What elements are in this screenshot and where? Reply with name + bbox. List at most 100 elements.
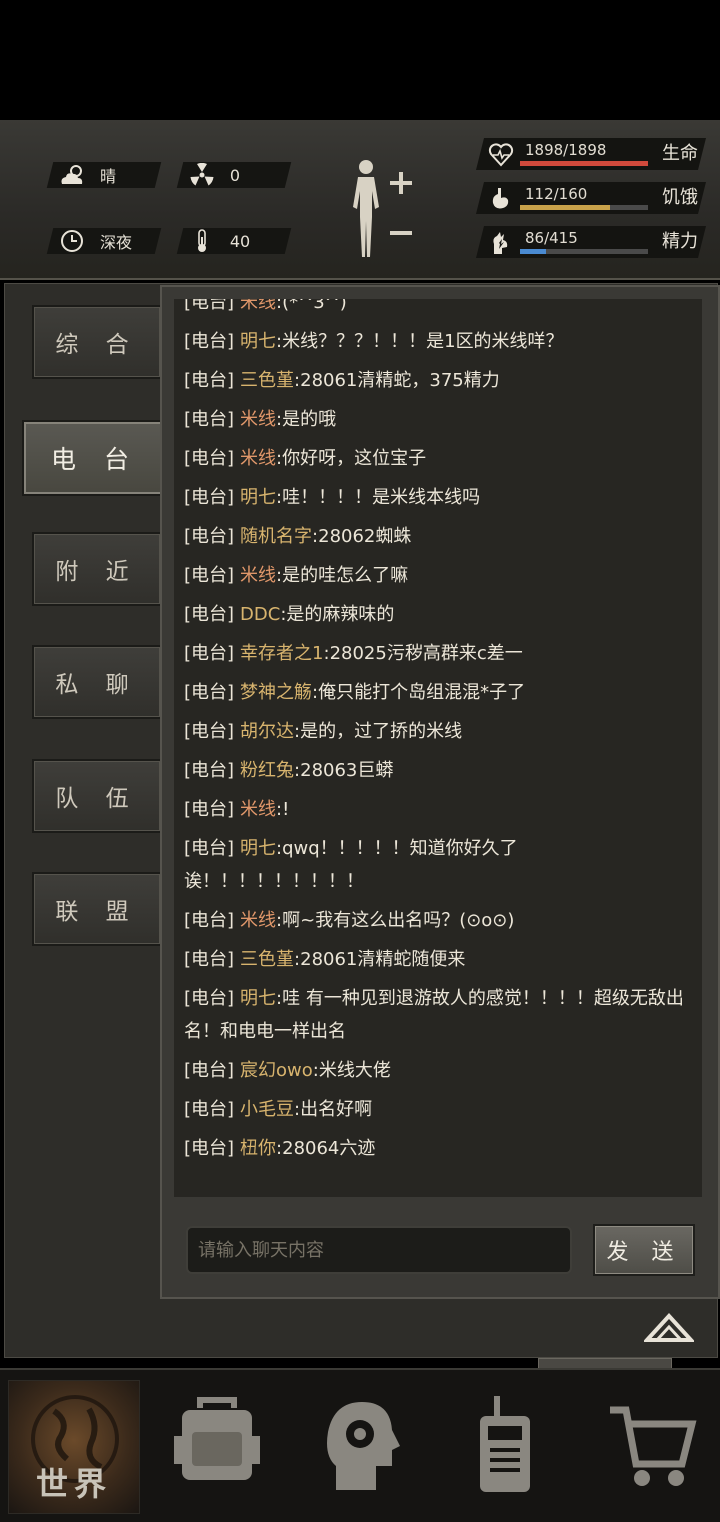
health-bar-fill — [520, 161, 648, 166]
temperature-value: 40 — [230, 231, 251, 251]
sender-name[interactable]: 三色堇 — [240, 949, 294, 970]
cart-icon — [610, 1406, 697, 1486]
message-text: :28062蜘蛛 — [312, 526, 412, 547]
weather-slot: 晴 — [46, 162, 162, 188]
message-text: :! — [276, 799, 290, 820]
chat-message: [电台] 梦神之觞:俺只能打个岛组混混*子了 — [174, 673, 702, 712]
nav-world-label: 世界 — [35, 1465, 112, 1503]
message-text: :28063巨蟒 — [294, 760, 394, 781]
message-text: :28064六迹 — [276, 1138, 376, 1159]
stomach-icon — [488, 186, 514, 212]
sender-name[interactable]: 粉红兔 — [240, 760, 294, 781]
tab-general[interactable]: 综 合 — [32, 305, 162, 379]
sender-name[interactable]: 随机名字 — [240, 526, 312, 547]
chat-message: [电台] 粉红兔:28063巨蟒 — [174, 751, 702, 790]
health-bar — [520, 161, 648, 166]
temperature-slot: 40 — [176, 228, 292, 254]
channel-tag: [电台] — [184, 799, 235, 820]
sender-name[interactable]: 明七 — [240, 838, 276, 859]
sender-name[interactable]: 胡尔达 — [240, 721, 294, 742]
tab-radio[interactable]: 电 台 — [22, 420, 168, 496]
tab-alliance[interactable]: 联 盟 — [32, 872, 162, 946]
thermometer-icon — [188, 229, 216, 253]
weather-text: 晴 — [100, 167, 117, 186]
message-text: :是的哇怎么了嘛 — [276, 565, 409, 586]
sender-name[interactable]: 宸幻owo — [240, 1060, 313, 1081]
energy-icon — [488, 230, 514, 256]
sender-name[interactable]: 明七 — [240, 487, 276, 508]
chat-message-list[interactable]: [电台] 米线:(*^3^) [电台] 明七:米线？？？！！！是1区的米线咩？ [电台]… — [174, 299, 702, 1197]
channel-tag: [电台] — [184, 721, 235, 742]
chat-message: [电台] 明七:哇 有一种见到退游故人的感觉！！！！超级无敌出名！和电电一样出名 — [174, 979, 702, 1051]
health-stat: 1898/1898 生命 — [476, 138, 710, 172]
sender-name[interactable]: DDC — [240, 604, 280, 625]
tab-private[interactable]: 私 聊 — [32, 645, 162, 719]
message-text: :啊~我有这么出名吗？(⊙o⊙) — [276, 910, 515, 931]
chat-message: [电台] 米线:是的哇怎么了嘛 — [174, 556, 702, 595]
sender-name[interactable]: 米线 — [240, 299, 276, 313]
chat-message: [电台] 明七:哇！！！！是米线本线吗 — [174, 478, 702, 517]
hunger-bar-fill — [520, 205, 610, 210]
chat-message: [电台] DDC:是的麻辣味的 — [174, 595, 702, 634]
tab-nearby[interactable]: 附 近 — [32, 532, 162, 606]
body-status-button[interactable] — [348, 157, 420, 261]
channel-tag: [电台] — [184, 604, 235, 625]
channel-tag: [电台] — [184, 643, 235, 664]
energy-stat: 86/415 精力 — [476, 226, 710, 260]
channel-tag: [电台] — [184, 910, 235, 931]
sender-name[interactable]: 小毛豆 — [240, 1099, 294, 1120]
channel-tag: [电台] — [184, 760, 235, 781]
energy-bar — [520, 249, 648, 254]
sender-name[interactable]: 幸存者之1 — [240, 643, 323, 664]
nav-skills[interactable] — [296, 1380, 426, 1512]
sender-name[interactable]: 米线 — [240, 799, 276, 820]
channel-tag: [电台] — [184, 526, 235, 547]
heart-icon — [488, 142, 514, 168]
channel-tag: [电台] — [184, 682, 235, 703]
tab-team[interactable]: 队 伍 — [32, 759, 162, 833]
chat-message: [电台] 明七:米线？？？！！！是1区的米线咩？ — [174, 322, 702, 361]
energy-label: 精力 — [662, 231, 698, 252]
hunger-label: 饥饿 — [662, 187, 698, 208]
message-text: :(*^3^) — [276, 299, 347, 313]
message-text: :哇！！！！是米线本线吗 — [276, 487, 481, 508]
collapse-button[interactable] — [642, 1308, 696, 1344]
channel-tag: [电台] — [184, 988, 235, 1009]
message-text: :俺只能打个岛组混混*子了 — [312, 682, 526, 703]
nav-radio[interactable] — [440, 1380, 570, 1512]
chat-message: [电台] 米线:你好呀，这位宝子 — [174, 439, 702, 478]
chat-input[interactable] — [186, 1226, 572, 1274]
sender-name[interactable]: 明七 — [240, 988, 276, 1009]
send-button[interactable]: 发 送 — [593, 1224, 695, 1276]
nav-backpack[interactable] — [152, 1380, 282, 1512]
chat-message: [电台] 幸存者之1:28025污秽高群来c差一 — [174, 634, 702, 673]
channel-tag: [电台] — [184, 949, 235, 970]
sender-name[interactable]: 三色堇 — [240, 370, 294, 391]
chat-message: [电台] 米线:是的哦 — [174, 400, 702, 439]
nav-shop[interactable] — [584, 1380, 714, 1512]
sender-name[interactable]: 梦神之觞 — [240, 682, 312, 703]
radio-icon — [480, 1396, 530, 1492]
nav-world[interactable]: 世界 — [8, 1380, 140, 1514]
chat-message: [电台] 杻你:28064六迹 — [174, 1129, 702, 1168]
health-label: 生命 — [662, 143, 698, 164]
hunger-bar — [520, 205, 648, 210]
chat-message: [电台] 米线:! — [174, 790, 702, 829]
sender-name[interactable]: 米线 — [240, 448, 276, 469]
chevron-up-icon — [642, 1313, 696, 1342]
channel-tag: [电台] — [184, 838, 235, 859]
sender-name[interactable]: 明七 — [240, 331, 276, 352]
radiation-slot: 0 — [176, 162, 292, 188]
chat-message: [电台] 随机名字:28062蜘蛛 — [174, 517, 702, 556]
chat-message: [电台] 小毛豆:出名好啊 — [174, 1090, 702, 1129]
body-figure-icon — [353, 160, 412, 257]
sender-name[interactable]: 米线 — [240, 409, 276, 430]
radiation-value: 0 — [230, 165, 241, 185]
sender-name[interactable]: 米线 — [240, 910, 276, 931]
sender-name[interactable]: 米线 — [240, 565, 276, 586]
sender-name[interactable]: 杻你 — [240, 1138, 276, 1159]
time-text: 深夜 — [100, 233, 133, 252]
channel-tag: [电台] — [184, 1138, 235, 1159]
channel-tag: [电台] — [184, 299, 235, 313]
health-value: 1898/1898 — [525, 141, 607, 159]
